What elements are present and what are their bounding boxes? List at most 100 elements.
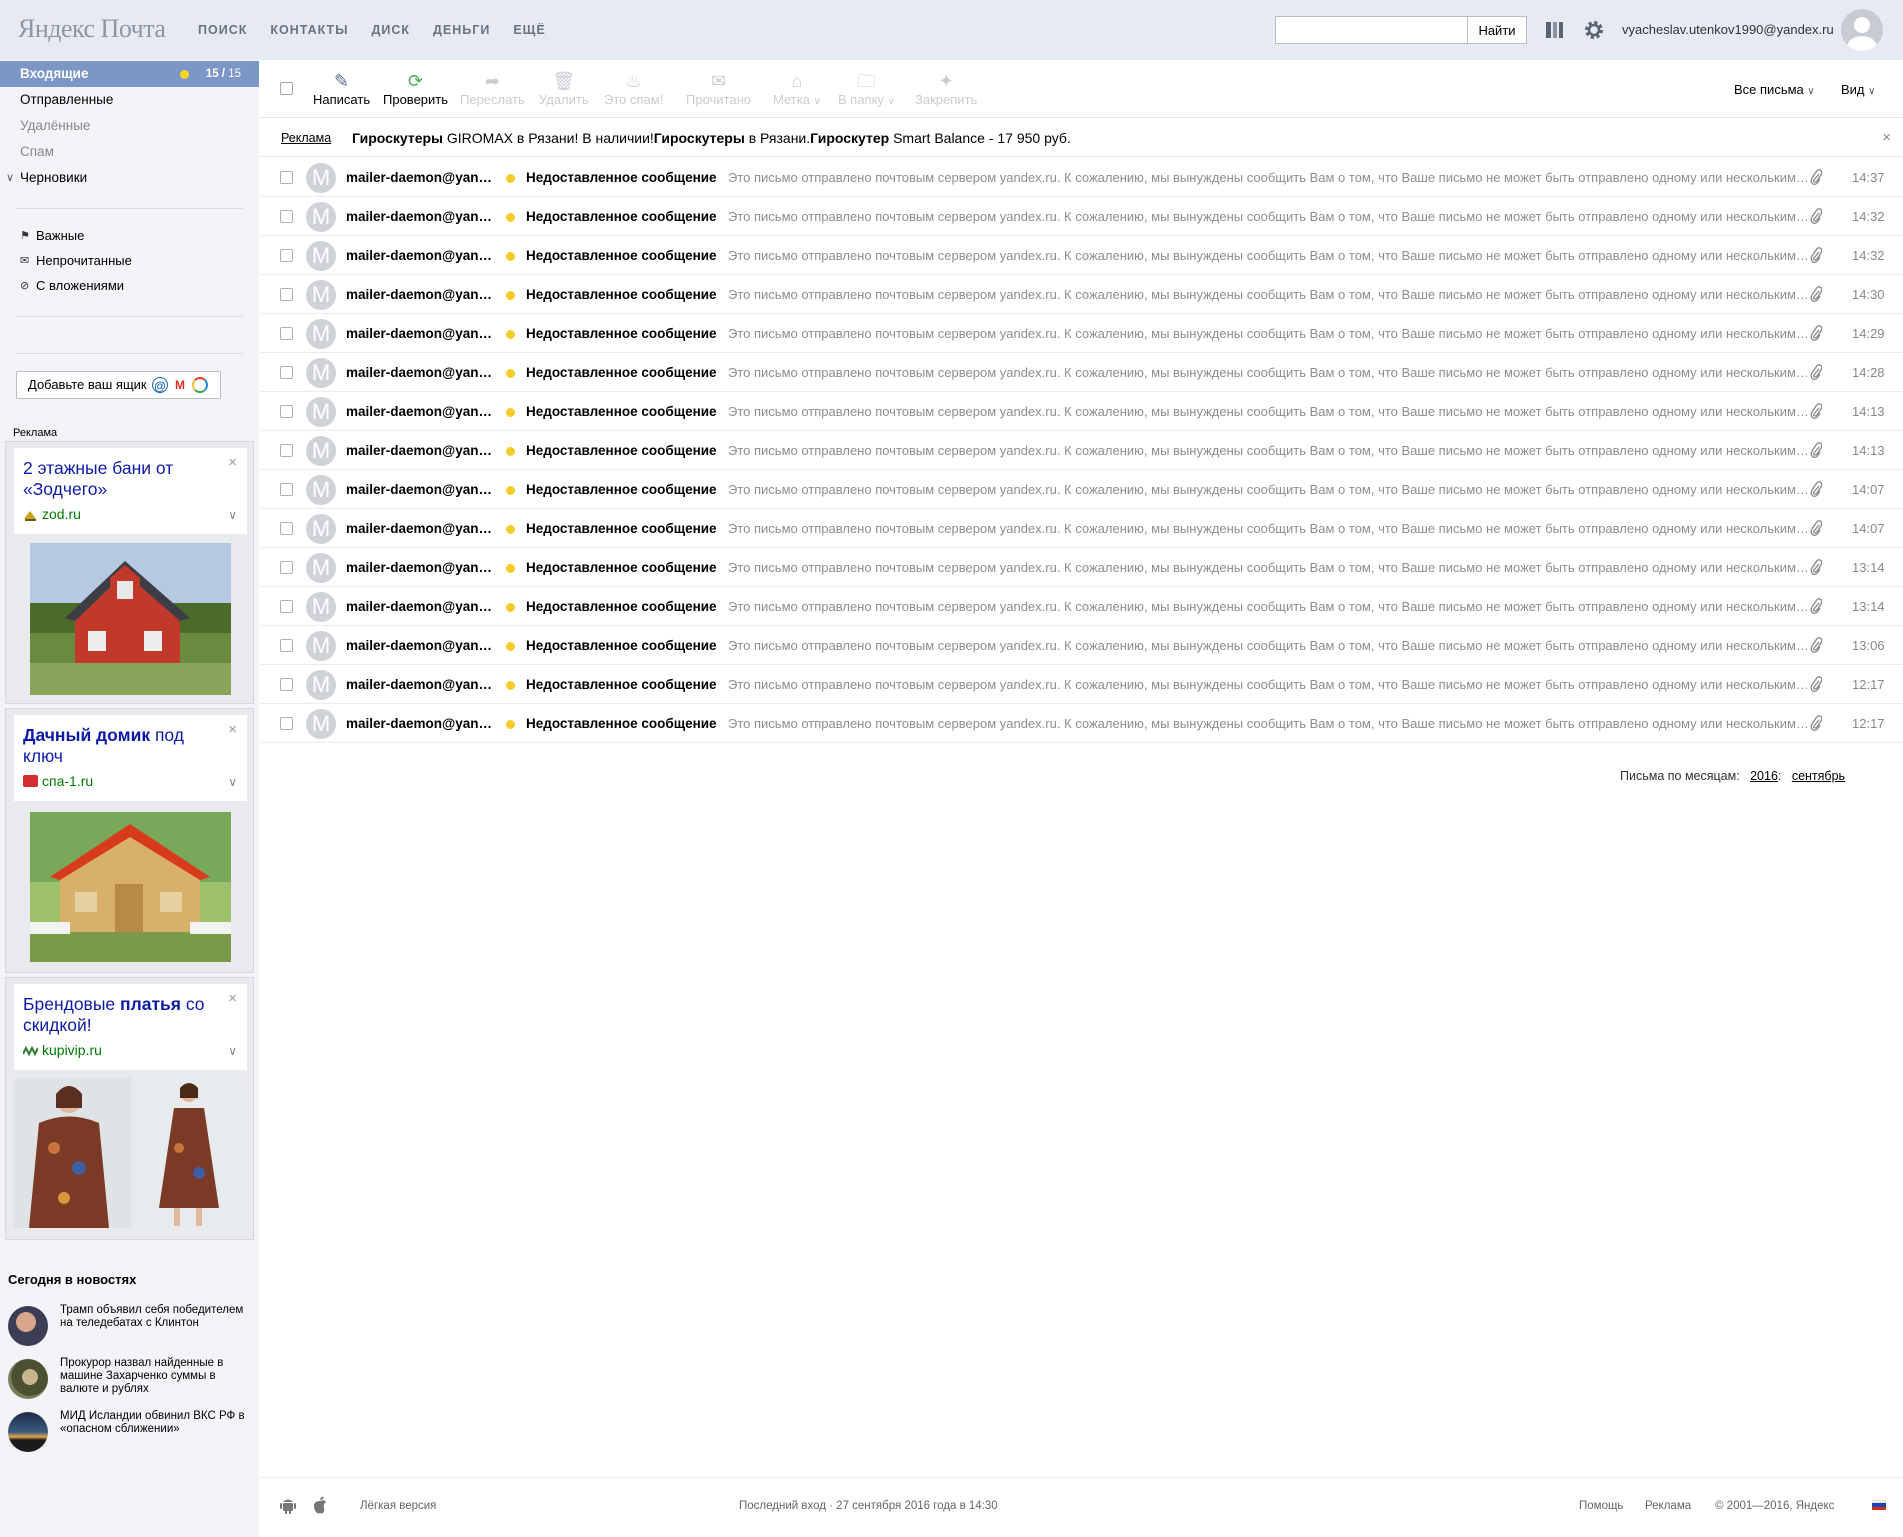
add-mailbox-button[interactable]: Добавьте ваш ящик @ M <box>16 371 221 399</box>
attachment-paperclip-icon[interactable] <box>1810 520 1823 539</box>
ad-card[interactable]: 2 этажные бани от «Зодчего» zod.ru × ∨ <box>14 448 247 534</box>
ad-image-wooden-house[interactable] <box>30 812 231 962</box>
user-email[interactable]: vyacheslav.utenkov1990@yandex.ru <box>1622 22 1834 37</box>
sender-avatar[interactable]: M <box>306 358 336 388</box>
sender-name[interactable]: mailer-daemon@yandex.ru <box>346 170 494 185</box>
nav-contacts[interactable]: контакты <box>270 23 348 37</box>
message-snippet[interactable]: Это письмо отправлено почтовым сервером … <box>728 326 1810 341</box>
news-thumbnail[interactable] <box>8 1412 48 1452</box>
message-snippet[interactable]: Это письмо отправлено почтовым сервером … <box>728 365 1810 380</box>
unread-dot-icon[interactable] <box>506 330 515 339</box>
sender-avatar[interactable]: M <box>306 241 336 271</box>
message-checkbox[interactable] <box>280 444 293 457</box>
attachment-paperclip-icon[interactable] <box>1810 481 1823 500</box>
message-row[interactable]: Mmailer-daemon@yandex.ru Недоставленное с… <box>260 626 1903 665</box>
sender-avatar[interactable]: M <box>306 397 336 427</box>
message-subject[interactable]: Недоставленное сообщение <box>526 677 717 692</box>
sender-name[interactable]: mailer-daemon@yandex.ru <box>346 365 494 380</box>
message-subject[interactable]: Недоставленное сообщение <box>526 248 717 263</box>
attachment-paperclip-icon[interactable] <box>1810 286 1823 305</box>
message-row[interactable]: Mmailer-daemon@yandex.ru Недоставленное с… <box>260 704 1903 743</box>
message-subject[interactable]: Недоставленное сообщение <box>526 209 717 224</box>
ad-title[interactable]: Дачный домик под ключ <box>23 725 223 767</box>
message-row[interactable]: Mmailer-daemon@yandex.ru Недоставленное с… <box>260 665 1903 704</box>
lite-version-link[interactable]: Лёгкая версия <box>360 1500 436 1512</box>
unread-dot-icon[interactable] <box>506 447 515 456</box>
message-row[interactable]: Mmailer-daemon@yandex.ru Недоставленное с… <box>260 275 1903 314</box>
folder-inbox[interactable]: Входящие 15 / 15 <box>0 61 259 87</box>
sender-name[interactable]: mailer-daemon@yandex.ru <box>346 248 494 263</box>
nav-money[interactable]: деньги <box>433 23 490 37</box>
apple-icon[interactable] <box>312 1496 328 1519</box>
sender-avatar[interactable]: M <box>306 514 336 544</box>
ad-url[interactable]: kupivip.ru <box>22 1042 102 1058</box>
message-subject[interactable]: Недоставленное сообщение <box>526 365 717 380</box>
message-row[interactable]: Mmailer-daemon@yandex.ru Недоставленное с… <box>260 431 1903 470</box>
search-input[interactable] <box>1275 16 1468 44</box>
unread-dot-icon[interactable] <box>506 642 515 651</box>
attachment-paperclip-icon[interactable] <box>1810 364 1823 383</box>
sender-name[interactable]: mailer-daemon@yandex.ru <box>346 404 494 419</box>
mark-read-button[interactable]: ✉ Прочитано <box>686 70 751 107</box>
message-checkbox[interactable] <box>280 171 293 184</box>
message-checkbox[interactable] <box>280 210 293 223</box>
message-snippet[interactable]: Это письмо отправлено почтовым сервером … <box>728 443 1810 458</box>
sender-name[interactable]: mailer-daemon@yandex.ru <box>346 482 494 497</box>
message-snippet[interactable]: Это письмо отправлено почтовым сервером … <box>728 287 1810 302</box>
sender-avatar[interactable]: M <box>306 709 336 739</box>
message-snippet[interactable]: Это письмо отправлено почтовым сервером … <box>728 560 1810 575</box>
unread-dot-icon[interactable] <box>506 174 515 183</box>
message-checkbox[interactable] <box>280 522 293 535</box>
compose-button[interactable]: ✎ Написать <box>313 70 370 107</box>
ad-title[interactable]: 2 этажные бани от «Зодчего» <box>23 458 223 500</box>
nav-search[interactable]: поиск <box>198 23 247 37</box>
unread-dot-icon[interactable] <box>506 408 515 417</box>
ad-card[interactable]: Брендовые платья со скидкой! kupivip.ru … <box>14 984 247 1070</box>
attachment-paperclip-icon[interactable] <box>1810 247 1823 266</box>
russian-flag-icon[interactable] <box>1872 1500 1886 1510</box>
sender-name[interactable]: mailer-daemon@yandex.ru <box>346 326 494 341</box>
message-checkbox[interactable] <box>280 405 293 418</box>
ads-link[interactable]: Реклама <box>1645 1500 1691 1512</box>
message-subject[interactable]: Недоставленное сообщение <box>526 638 717 653</box>
news-text[interactable]: Прокурор назвал найденные в машине Захар… <box>60 1357 256 1396</box>
settings-gear-icon[interactable] <box>1583 19 1605 41</box>
message-subject[interactable]: Недоставленное сообщение <box>526 404 717 419</box>
check-mail-button[interactable]: ⟳ Проверить <box>383 70 448 107</box>
message-checkbox[interactable] <box>280 366 293 379</box>
sender-name[interactable]: mailer-daemon@yandex.ru <box>346 560 494 575</box>
ad-url[interactable]: zod.ru <box>23 506 81 522</box>
ad-block-3[interactable]: Брендовые платья со скидкой! kupivip.ru … <box>5 977 254 1240</box>
pin-button[interactable]: ✦ Закрепить <box>915 70 977 107</box>
attachment-paperclip-icon[interactable] <box>1810 442 1823 461</box>
message-snippet[interactable]: Это письмо отправлено почтовым сервером … <box>728 404 1810 419</box>
sender-avatar[interactable]: M <box>306 553 336 583</box>
folder-spam[interactable]: Спам <box>0 139 259 165</box>
nav-more[interactable]: ещё <box>513 23 545 37</box>
sender-avatar[interactable]: M <box>306 631 336 661</box>
forward-button[interactable]: ➦ Переслать <box>460 70 525 107</box>
yandex-mail-logo[interactable]: Яндекс Почта <box>18 14 166 44</box>
message-snippet[interactable]: Это письмо отправлено почтовым сервером … <box>728 209 1810 224</box>
message-row[interactable]: Mmailer-daemon@yandex.ru Недоставленное с… <box>260 353 1903 392</box>
all-mail-dropdown[interactable]: Все письма ∨ <box>1734 82 1815 97</box>
message-subject[interactable]: Недоставленное сообщение <box>526 170 717 185</box>
help-link[interactable]: Помощь <box>1579 1500 1623 1512</box>
ad-image-red-house[interactable] <box>30 543 231 695</box>
news-thumbnail[interactable] <box>8 1359 48 1399</box>
news-text[interactable]: МИД Исландии обвинил ВКС РФ в «опасном с… <box>60 1410 256 1436</box>
news-item[interactable]: Трамп объявил себя победителем на теледе… <box>8 1304 253 1350</box>
attachment-paperclip-icon[interactable] <box>1810 676 1823 695</box>
close-icon[interactable]: × <box>228 721 237 738</box>
folder-deleted[interactable]: Удалённые <box>0 113 259 139</box>
message-row[interactable]: Mmailer-daemon@yandex.ru Недоставленное с… <box>260 197 1903 236</box>
nav-disk[interactable]: диск <box>371 23 410 37</box>
promo-label[interactable]: Реклама <box>281 131 331 145</box>
year-link[interactable]: 2016 <box>1750 769 1778 783</box>
message-row[interactable]: Mmailer-daemon@yandex.ru Недоставленное с… <box>260 392 1903 431</box>
message-snippet[interactable]: Это письмо отправлено почтовым сервером … <box>728 248 1810 263</box>
unread-dot-icon[interactable] <box>506 369 515 378</box>
search-button[interactable]: Найти <box>1467 16 1527 44</box>
close-icon[interactable]: × <box>1882 129 1891 146</box>
attachment-paperclip-icon[interactable] <box>1810 208 1823 227</box>
